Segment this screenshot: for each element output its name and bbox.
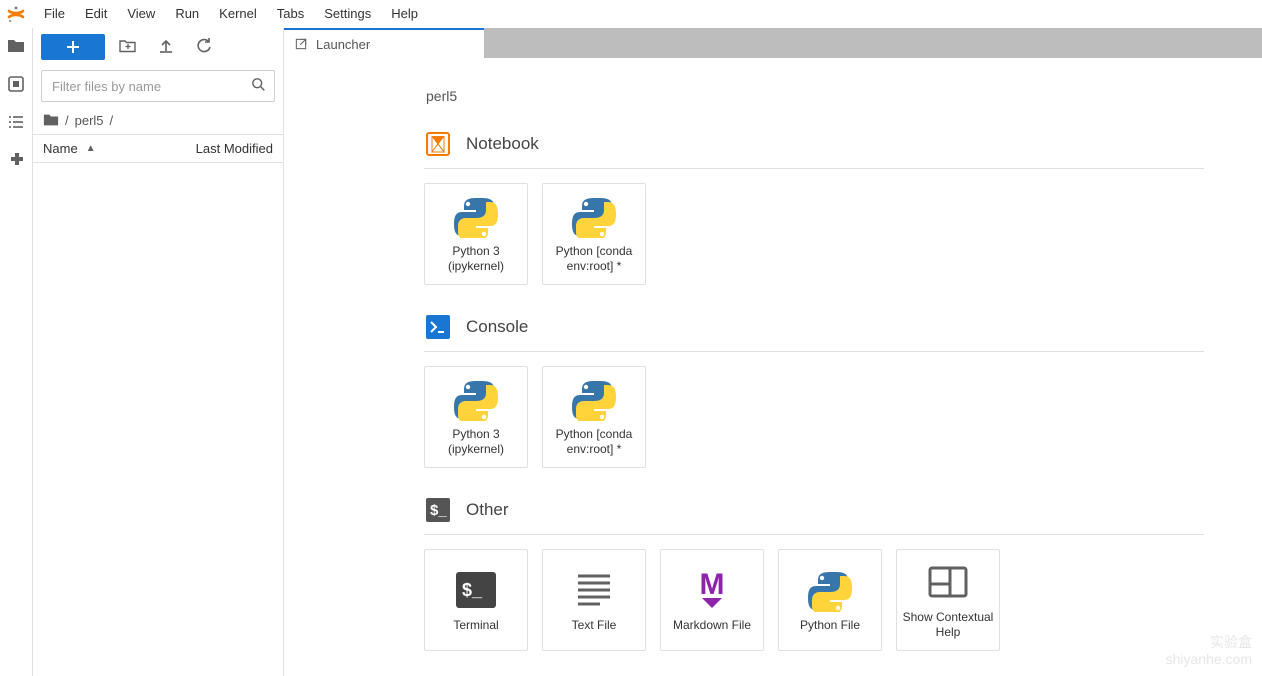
launcher-card[interactable]: Python 3 (ipykernel) bbox=[424, 183, 528, 285]
card-label: Python [conda env:root] * bbox=[547, 427, 641, 457]
launcher-panel: perl5 Notebook Python 3 (ipykernel) Python… bbox=[284, 58, 1262, 676]
breadcrumb-root[interactable]: / bbox=[65, 113, 69, 128]
upload-icon[interactable] bbox=[151, 37, 181, 58]
column-modified[interactable]: Last Modified bbox=[196, 141, 273, 156]
card-label: Text File bbox=[572, 618, 617, 633]
breadcrumb-sep: / bbox=[110, 113, 114, 128]
console-section-icon bbox=[424, 313, 452, 341]
tab-launcher[interactable]: Launcher bbox=[284, 28, 484, 58]
folder-icon bbox=[43, 112, 59, 128]
launcher-section-notebook: Notebook Python 3 (ipykernel) Python [cond… bbox=[424, 130, 1262, 285]
launcher-card[interactable]: Text File bbox=[542, 549, 646, 651]
markdown-icon bbox=[690, 568, 734, 612]
menu-settings[interactable]: Settings bbox=[314, 2, 381, 25]
column-name[interactable]: Name bbox=[43, 141, 78, 156]
launch-icon bbox=[294, 37, 308, 51]
tab-bar: Launcher bbox=[284, 28, 1262, 58]
card-label: Markdown File bbox=[673, 618, 751, 633]
search-icon bbox=[251, 77, 267, 96]
launcher-section-other: Other Terminal Text File Markdown File Pytho… bbox=[424, 496, 1262, 651]
textfile-icon bbox=[572, 568, 616, 612]
launcher-card[interactable]: Python [conda env:root] * bbox=[542, 183, 646, 285]
launcher-card[interactable]: Python [conda env:root] * bbox=[542, 366, 646, 468]
notebook-section-icon bbox=[424, 130, 452, 158]
card-label: Python 3 (ipykernel) bbox=[429, 244, 523, 274]
menu-kernel[interactable]: Kernel bbox=[209, 2, 267, 25]
menu-file[interactable]: File bbox=[34, 2, 75, 25]
menubar: FileEditViewRunKernelTabsSettingsHelp bbox=[0, 0, 1262, 28]
card-label: Python File bbox=[800, 618, 860, 633]
extensions-icon[interactable] bbox=[6, 150, 26, 170]
card-label: Terminal bbox=[453, 618, 498, 633]
python-icon bbox=[572, 377, 616, 421]
python-icon bbox=[572, 194, 616, 238]
python-icon bbox=[454, 377, 498, 421]
folder-icon[interactable] bbox=[6, 36, 26, 56]
main-area: Launcher perl5 Notebook Python 3 (ipykern… bbox=[284, 28, 1262, 676]
other-section-icon bbox=[424, 496, 452, 524]
running-icon[interactable] bbox=[6, 74, 26, 94]
launcher-section-console: Console Python 3 (ipykernel) Python [conda… bbox=[424, 313, 1262, 468]
toc-icon[interactable] bbox=[6, 112, 26, 132]
breadcrumb[interactable]: / perl5 / bbox=[33, 106, 283, 135]
file-browser: / perl5 / Name ▲ Last Modified bbox=[33, 28, 284, 676]
section-title: Console bbox=[466, 317, 528, 337]
terminal-icon bbox=[454, 568, 498, 612]
sort-caret-icon[interactable]: ▲ bbox=[86, 143, 96, 154]
file-table-header: Name ▲ Last Modified bbox=[33, 135, 283, 163]
section-title: Notebook bbox=[466, 134, 539, 154]
launcher-card[interactable]: Python 3 (ipykernel) bbox=[424, 366, 528, 468]
menu-help[interactable]: Help bbox=[381, 2, 428, 25]
card-label: Show Contextual Help bbox=[901, 610, 995, 640]
breadcrumb-segment[interactable]: perl5 bbox=[75, 113, 104, 128]
new-folder-icon[interactable] bbox=[113, 37, 143, 58]
menu-run[interactable]: Run bbox=[165, 2, 209, 25]
python-icon bbox=[808, 568, 852, 612]
jupyter-logo-icon bbox=[6, 4, 26, 24]
filter-files-input[interactable] bbox=[41, 70, 275, 102]
python-icon bbox=[454, 194, 498, 238]
launcher-card[interactable]: Python File bbox=[778, 549, 882, 651]
launcher-card[interactable]: Show Contextual Help bbox=[896, 549, 1000, 651]
menu-tabs[interactable]: Tabs bbox=[267, 2, 314, 25]
new-launcher-button[interactable] bbox=[41, 34, 105, 60]
launcher-cwd: perl5 bbox=[426, 88, 1262, 104]
card-label: Python [conda env:root] * bbox=[547, 244, 641, 274]
menu-edit[interactable]: Edit bbox=[75, 2, 117, 25]
launcher-card[interactable]: Terminal bbox=[424, 549, 528, 651]
tab-title: Launcher bbox=[316, 37, 370, 52]
help-icon bbox=[926, 560, 970, 604]
section-title: Other bbox=[466, 500, 509, 520]
activity-bar bbox=[0, 28, 33, 676]
refresh-icon[interactable] bbox=[189, 37, 219, 58]
menu-view[interactable]: View bbox=[117, 2, 165, 25]
launcher-card[interactable]: Markdown File bbox=[660, 549, 764, 651]
card-label: Python 3 (ipykernel) bbox=[429, 427, 523, 457]
